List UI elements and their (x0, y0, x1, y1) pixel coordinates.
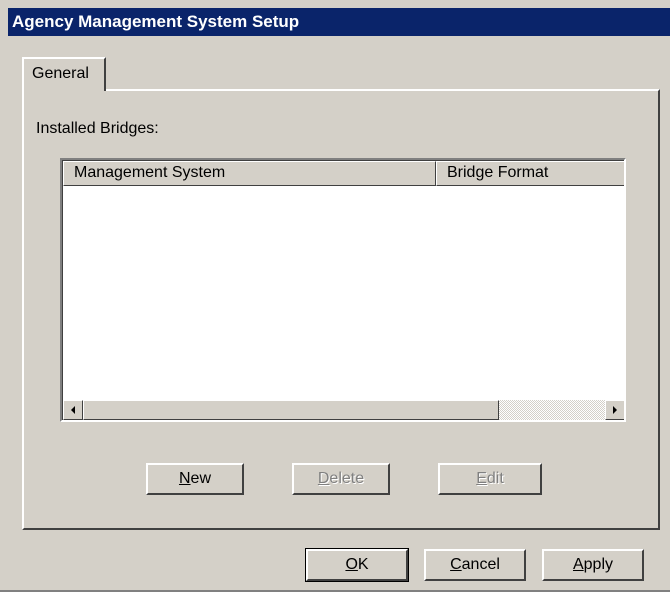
tab-general[interactable]: General (22, 57, 106, 91)
delete-button[interactable]: Delete (292, 463, 390, 495)
mnemonic: N (178, 470, 191, 487)
mnemonic: A (572, 556, 584, 573)
window-title: Agency Management System Setup (12, 12, 300, 31)
horizontal-scrollbar[interactable] (63, 400, 624, 420)
mnemonic: O (345, 556, 358, 573)
button-label: K (357, 556, 369, 573)
column-header-management-system[interactable]: Management System (63, 161, 436, 186)
scroll-right-button[interactable] (605, 400, 624, 420)
button-label: elete (329, 470, 365, 487)
title-bar[interactable]: Agency Management System Setup (8, 8, 670, 36)
tab-general-label: General (32, 65, 89, 82)
scroll-thumb[interactable] (83, 400, 499, 420)
button-label: dit (486, 470, 504, 487)
column-header-label: Bridge Format (447, 164, 549, 181)
installed-bridges-label: Installed Bridges: (36, 120, 159, 137)
mnemonic: D (317, 470, 330, 487)
mnemonic: E (476, 470, 487, 487)
scroll-track[interactable] (499, 400, 605, 420)
button-label: ancel (461, 556, 500, 573)
arrow-left-icon (71, 406, 75, 414)
arrow-right-icon (613, 406, 617, 414)
button-label: pply (583, 556, 614, 573)
button-label: ew (190, 470, 211, 487)
edit-button[interactable]: Edit (438, 463, 542, 495)
dialog-window: Agency Management System Setup General I… (0, 0, 670, 592)
cancel-button[interactable]: Cancel (424, 549, 526, 581)
installed-bridges-list[interactable]: Management System Bridge Format (60, 158, 626, 422)
column-header-bridge-format[interactable]: Bridge Format (436, 161, 624, 186)
apply-button[interactable]: Apply (542, 549, 644, 581)
column-header-label: Management System (74, 164, 226, 181)
new-button[interactable]: New (146, 463, 244, 495)
ok-button[interactable]: OK (305, 548, 409, 582)
mnemonic: C (450, 556, 462, 573)
scroll-left-button[interactable] (63, 400, 83, 420)
